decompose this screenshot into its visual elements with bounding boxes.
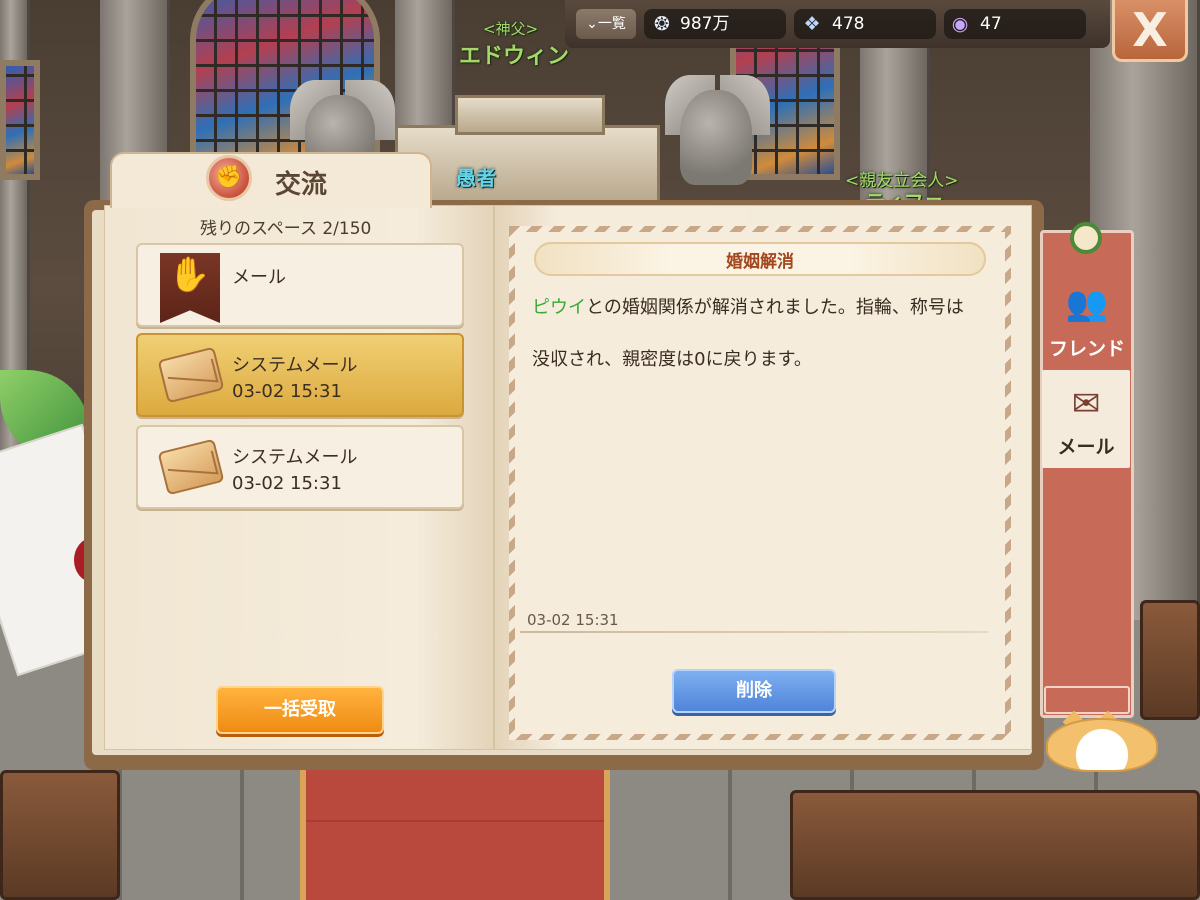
altar-top	[455, 95, 605, 135]
pearl-counter: ◉ 47	[944, 9, 1086, 39]
mail-item-date: 03-02 15:31	[232, 473, 342, 494]
npc-father-title: <神父>	[483, 20, 539, 38]
pearl-amount: 47	[980, 14, 1002, 34]
shell-amount: 987万	[680, 14, 730, 34]
bulk-receive-button[interactable]: 一括受取	[216, 686, 384, 734]
mail-category-item[interactable]: ✋ メール	[136, 243, 464, 327]
panel-title: 交流	[275, 170, 328, 200]
gem-amount: 478	[832, 14, 865, 34]
npc-father-name[interactable]: エドウィン	[459, 38, 569, 70]
tab-ornament	[1044, 686, 1130, 714]
envelope-icon	[157, 346, 225, 404]
shell-icon: ❂	[654, 13, 670, 35]
close-button[interactable]: X	[1112, 0, 1188, 62]
mail-item-title: システムメール	[232, 355, 358, 376]
mail-list-item-selected[interactable]: システムメール 03-02 15:31	[136, 333, 464, 417]
handshake-icon: ✊	[206, 155, 252, 201]
remaining-space-label: 残りのスペース 2/150	[200, 219, 372, 239]
pew	[790, 790, 1200, 900]
list-button[interactable]: ⌄一覧	[576, 9, 636, 39]
friends-icon: 👥	[1065, 284, 1109, 324]
panel-title-tab	[110, 152, 432, 208]
partner-name: ピウイ	[532, 297, 586, 318]
chevron-down-icon: ⌄	[586, 16, 598, 32]
stained-glass-window	[0, 60, 40, 180]
angel-statue	[680, 90, 752, 185]
handshake-icon: ✋	[168, 255, 211, 295]
mail-item-date: 03-02 15:31	[232, 381, 342, 402]
ribbon-hook-icon	[1070, 222, 1102, 254]
mail-list-item[interactable]: システムメール 03-02 15:31	[136, 425, 464, 509]
pew	[1140, 600, 1200, 720]
mail-item-title: システムメール	[232, 447, 358, 468]
message-date: 03-02 15:31	[527, 611, 619, 629]
divider	[520, 631, 988, 633]
mail-icon: ✉	[1071, 384, 1101, 424]
tab-mail[interactable]: ✉ メール	[1042, 370, 1130, 468]
pew	[0, 770, 120, 900]
gem-counter: ❖ 478	[794, 9, 936, 39]
message-body: ピウイとの婚姻関係が解消されました。指輪、称号は 没収され、親密度は0に戻ります…	[532, 282, 1002, 386]
message-title: 婚姻解消	[726, 252, 794, 272]
mail-item-title: メール	[232, 267, 286, 288]
gem-icon: ❖	[803, 13, 821, 35]
tab-friend-label: フレンド	[1048, 338, 1125, 360]
message-body-line-2: 没収され、親密度は0に戻ります。	[532, 349, 812, 370]
envelope-icon	[157, 438, 225, 496]
tab-friend[interactable]: 👥 フレンド	[1040, 270, 1134, 366]
tab-mail-label: メール	[1057, 436, 1115, 458]
npc-fool-name[interactable]: 愚者	[456, 162, 496, 191]
altar	[395, 125, 660, 205]
mascot-hamster[interactable]	[1046, 718, 1158, 772]
message-body-line-1: との婚姻関係が解消されました。指輪、称号は	[586, 297, 964, 318]
shell-counter: ❂ 987万	[644, 9, 786, 39]
pearl-icon: ◉	[951, 13, 969, 35]
delete-button[interactable]: 削除	[672, 669, 836, 713]
list-button-label: 一覧	[597, 16, 626, 32]
